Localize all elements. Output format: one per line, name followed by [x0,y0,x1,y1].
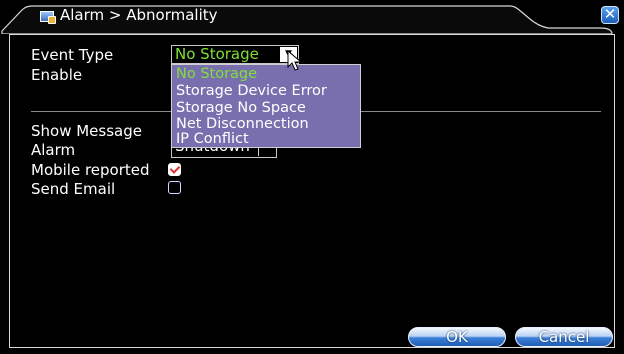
close-button[interactable]: ✕ [601,6,619,24]
ok-button[interactable]: OK [408,327,506,347]
dropdown-option[interactable]: Storage No Space [176,100,306,117]
show-message-label: Show Message [31,122,142,140]
enable-label: Enable [31,66,83,84]
dropdown-option[interactable]: IP Conflict [176,131,249,147]
title-bar: Alarm > Abnormality ✕ [0,0,624,34]
event-type-select[interactable]: No Storage ▼ [171,45,299,64]
window-title: Alarm > Abnormality [60,6,218,24]
dropdown-option[interactable]: No Storage [176,66,257,83]
cancel-button[interactable]: Cancel [515,327,613,347]
event-type-dropdown: No Storage Storage Device Error Storage … [171,64,361,148]
send-email-label: Send Email [31,180,116,198]
mobile-reported-label: Mobile reported [31,161,150,179]
dropdown-option[interactable]: Storage Device Error [176,83,327,100]
mobile-reported-checkbox[interactable] [168,163,181,176]
event-type-select-value: No Storage [175,45,259,63]
mouse-pointer-icon [287,50,303,71]
event-type-label: Event Type [31,46,114,64]
close-icon: ✕ [603,5,617,23]
alarm-abnormality-window: Alarm > Abnormality ✕ Event Type Enable … [0,0,624,354]
send-email-checkbox[interactable] [168,181,181,194]
alarm-label: Alarm [31,141,76,159]
alarm-window-icon [40,11,56,24]
